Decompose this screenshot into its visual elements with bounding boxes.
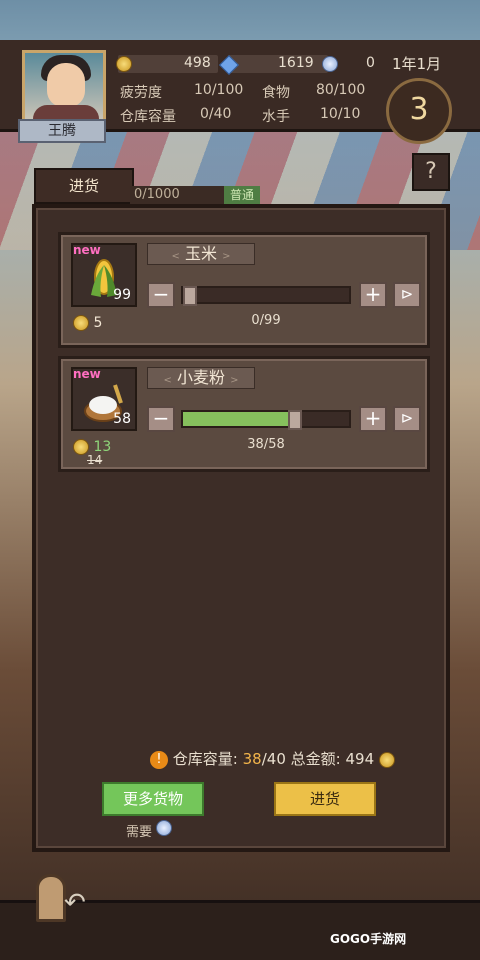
item-slot[interactable]: new 58 — [71, 367, 137, 431]
goods-item-flour: new 58 13 14 < 小麦粉 > − + ⊳ 38/58 — [58, 356, 430, 472]
chevron-right-icon: > — [230, 375, 239, 386]
player-name: 王腾 — [18, 119, 106, 143]
max-button[interactable]: ⊳ — [393, 406, 421, 432]
max-button[interactable]: ⊳ — [393, 282, 421, 308]
coins-value: 498 — [184, 55, 211, 71]
decrease-button[interactable]: − — [147, 282, 175, 308]
goods-item-corn: new 99 5 < 玉米 > − + ⊳ 0/99 — [58, 232, 430, 348]
quantity-slider[interactable] — [181, 286, 351, 306]
increase-button[interactable]: + — [359, 406, 387, 432]
fatigue-value: 10/100 — [194, 82, 244, 98]
gems-value: 1619 — [278, 55, 314, 71]
item-name: < 小麦粉 > — [147, 367, 255, 389]
price-value: 5 — [93, 315, 103, 331]
item-name-text: 玉米 — [184, 244, 217, 263]
back-arrow-icon[interactable]: ↶ — [64, 888, 86, 918]
summary-total-label: 总金额: — [290, 750, 341, 768]
chevron-left-icon: < — [171, 251, 180, 262]
medal-icon — [322, 56, 338, 76]
coin-icon — [378, 751, 395, 768]
game-date: 1年1月 — [392, 55, 442, 73]
player-portrait[interactable] — [22, 50, 106, 126]
ship-capacity-text: 0/1000 — [134, 187, 180, 202]
quality-badge: 普通 — [224, 186, 260, 204]
medals-value: 0 — [366, 55, 375, 71]
help-button[interactable]: ? — [412, 153, 450, 191]
item-slot[interactable]: new 99 — [71, 243, 137, 307]
portrait-face — [47, 63, 85, 107]
summary-total-value: 494 — [345, 750, 375, 768]
warehouse-label: 仓库容量 — [120, 109, 176, 125]
food-label: 食物 — [262, 85, 290, 101]
tab-purchase[interactable]: 进货 — [34, 168, 134, 204]
gem-icon — [219, 55, 239, 76]
increase-button[interactable]: + — [359, 282, 387, 308]
chevron-right-icon: > — [222, 251, 231, 262]
item-name-text: 小麦粉 — [176, 368, 225, 387]
ship-capacity-strip: 0/1000 普通 — [130, 186, 260, 204]
sailor-value: 10/10 — [320, 106, 361, 122]
quantity-count: 38/58 — [247, 437, 285, 452]
chevron-left-icon: < — [163, 375, 172, 386]
more-goods-button[interactable]: 更多货物 — [102, 782, 204, 816]
food-value: 80/100 — [316, 82, 366, 98]
sailor-label: 水手 — [262, 109, 290, 125]
warning-icon: ! — [150, 750, 168, 769]
summary-warehouse-current: 38 — [242, 750, 262, 768]
day-counter[interactable]: 3 — [386, 78, 452, 144]
need-text: 需要 — [126, 825, 153, 840]
item-quantity: 58 — [113, 411, 131, 427]
purchase-button[interactable]: 进货 — [274, 782, 376, 816]
slider-handle[interactable] — [288, 410, 302, 430]
summary-warehouse-label: 仓库容量: — [172, 750, 238, 768]
requirement-label: 需要 — [126, 820, 173, 840]
coin-icon — [116, 56, 132, 72]
slider-handle[interactable] — [183, 286, 197, 306]
slider-fill — [183, 412, 292, 426]
door-icon[interactable] — [36, 874, 66, 922]
item-name: < 玉米 > — [147, 243, 255, 265]
summary-warehouse-total: /40 — [261, 750, 286, 768]
original-price: 14 — [87, 453, 103, 467]
purchase-summary: ! 仓库容量: 38/40 总金额: 494 — [150, 748, 395, 769]
coin-icon — [73, 315, 89, 331]
fatigue-label: 疲劳度 — [120, 85, 162, 101]
watermark-text: GOGO手游网 — [330, 932, 407, 946]
quantity-count: 0/99 — [251, 313, 281, 328]
item-quantity: 99 — [113, 287, 131, 303]
decrease-button[interactable]: − — [147, 406, 175, 432]
item-price: 5 — [73, 315, 102, 331]
quantity-slider[interactable] — [181, 410, 351, 430]
warehouse-value: 0/40 — [200, 106, 232, 122]
medal-icon — [156, 820, 173, 836]
